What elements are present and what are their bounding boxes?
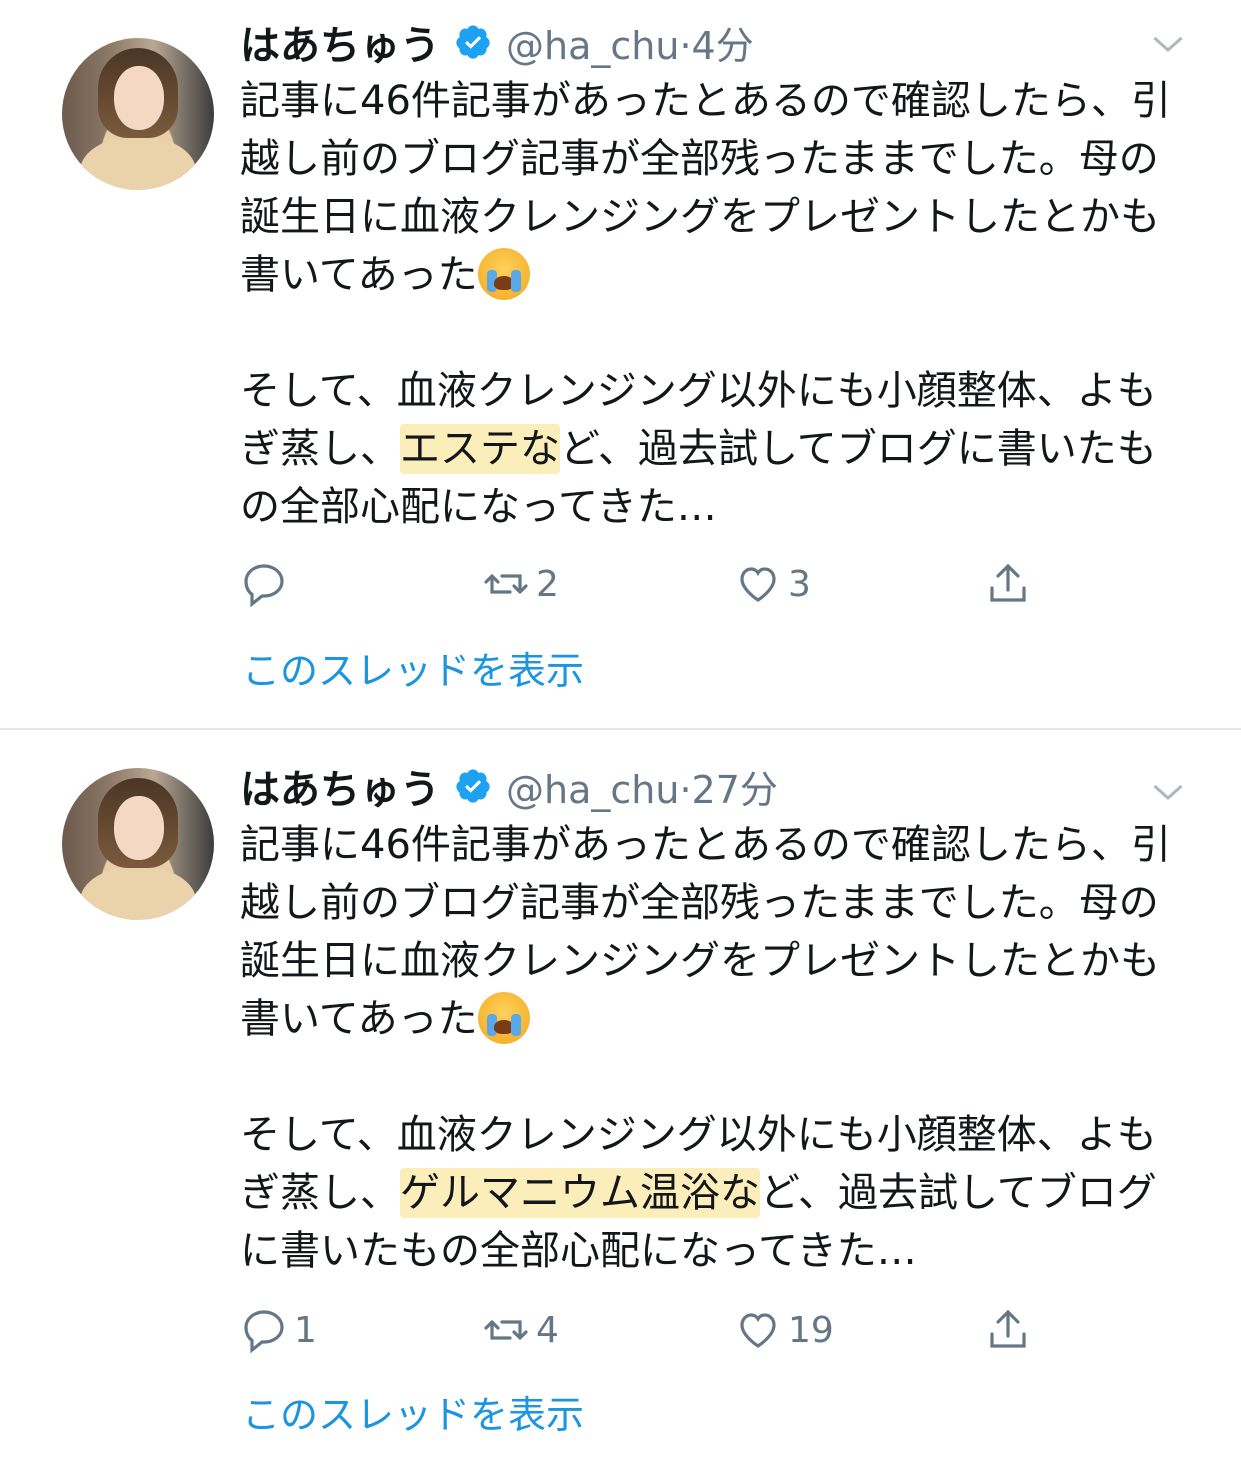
reply-icon [244, 564, 284, 608]
reply-icon [244, 1310, 284, 1354]
share-button[interactable] [984, 556, 1032, 612]
avatar[interactable] [62, 38, 214, 190]
show-thread-link[interactable]: このスレッドを表示 [242, 640, 584, 695]
tweet-header: はあちゅう @ha_chu·4分 [240, 12, 754, 72]
heart-icon [740, 567, 776, 602]
timestamp: 27分 [691, 767, 778, 812]
timestamp: 4分 [691, 23, 754, 68]
like-button[interactable]: 19 [734, 1302, 834, 1358]
reply-count: 1 [294, 1309, 317, 1351]
handle[interactable]: @ha_chu·27分 [506, 759, 778, 814]
tweet-actions: 1 4 19 [240, 1302, 1060, 1358]
loudly-crying-face-emoji [477, 248, 530, 300]
tweet[interactable]: はあちゅう @ha_chu·4分 記事に46件記事があったとあるので確認したら、… [0, 0, 1241, 730]
verified-badge-icon [456, 769, 490, 803]
share-icon [990, 1309, 1026, 1348]
highlighted-text: エステな [400, 424, 560, 474]
loudly-crying-face-emoji [477, 992, 530, 1044]
chevron-down-icon[interactable] [1150, 26, 1186, 62]
like-count: 19 [788, 1309, 834, 1351]
retweet-icon [484, 1320, 528, 1340]
reply-button[interactable]: 1 [240, 1302, 317, 1358]
share-icon [990, 563, 1026, 602]
tweet-actions: 2 3 [240, 556, 1060, 612]
handle[interactable]: @ha_chu·4分 [506, 15, 754, 70]
verified-badge-icon [456, 25, 490, 59]
like-button[interactable]: 3 [734, 556, 811, 612]
retweet-count: 4 [536, 1309, 559, 1351]
retweet-icon [484, 574, 528, 594]
retweet-count: 2 [536, 563, 559, 605]
like-count: 3 [788, 563, 811, 605]
show-thread-link[interactable]: このスレッドを表示 [242, 1384, 584, 1439]
heart-icon [740, 1313, 776, 1348]
share-button[interactable] [984, 1302, 1032, 1358]
tweet-text: 記事に46件記事があったとあるので確認したら、引越し前のブログ記事が全部残ったま… [240, 822, 1171, 1274]
highlighted-text: ゲルマニウム温浴な [400, 1168, 760, 1218]
retweet-button[interactable]: 4 [482, 1302, 559, 1358]
avatar[interactable] [62, 768, 214, 920]
tweet[interactable]: はあちゅう @ha_chu·27分 記事に46件記事があったとあるので確認したら… [0, 730, 1241, 1470]
chevron-down-icon[interactable] [1150, 774, 1186, 810]
tweet-header: はあちゅう @ha_chu·27分 [240, 756, 778, 816]
display-name[interactable]: はあちゅう [240, 13, 440, 71]
tweet-text: 記事に46件記事があったとあるので確認したら、引越し前のブログ記事が全部残ったま… [240, 78, 1171, 530]
display-name[interactable]: はあちゅう [240, 757, 440, 815]
reply-button[interactable] [240, 556, 294, 612]
retweet-button[interactable]: 2 [482, 556, 559, 612]
